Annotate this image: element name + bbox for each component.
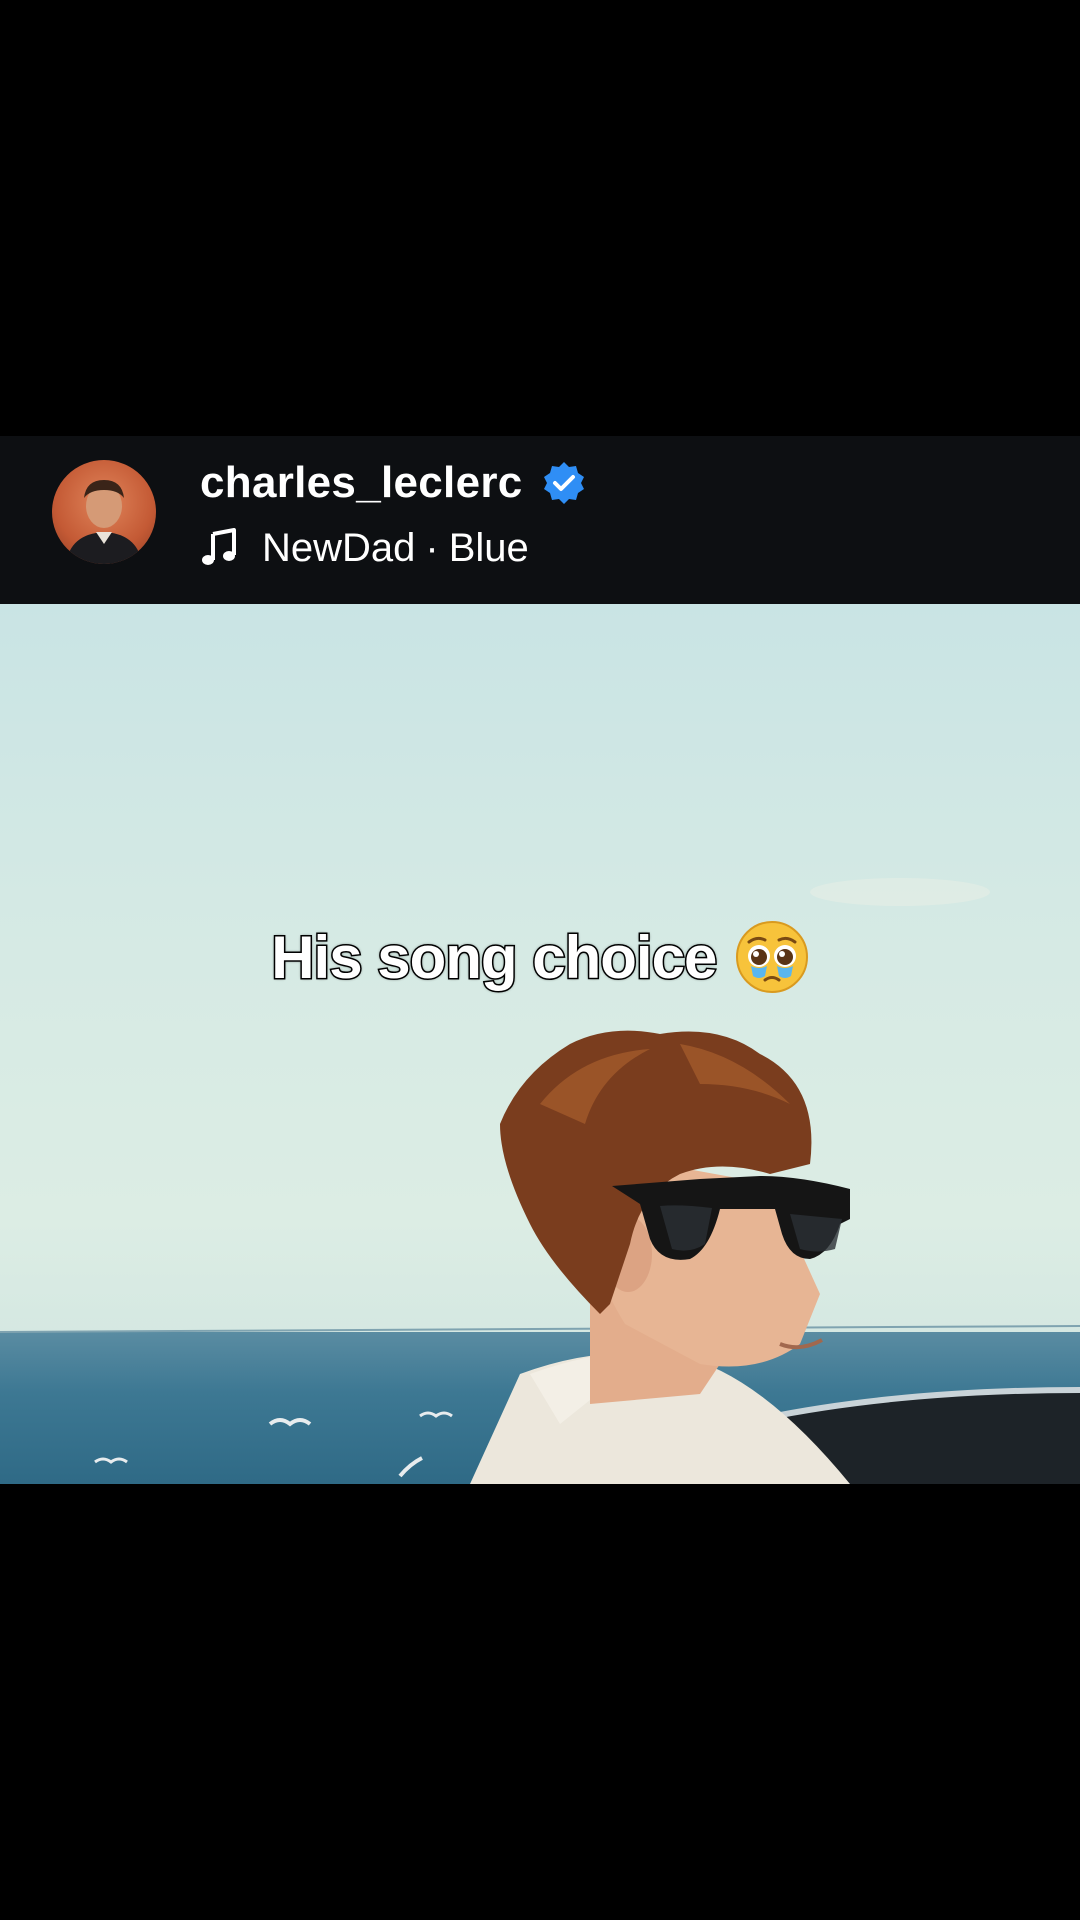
top-letterbox bbox=[0, 0, 1080, 436]
music-note-icon bbox=[200, 528, 240, 568]
music-artist: NewDad bbox=[262, 525, 416, 570]
caption-text: His song choice bbox=[270, 922, 719, 992]
music-attribution[interactable]: NewDad · Blue bbox=[200, 520, 529, 576]
username[interactable]: charles_leclerc bbox=[200, 458, 523, 508]
video-caption: His song choice bbox=[0, 920, 1080, 994]
video-scene-image bbox=[0, 878, 1080, 1484]
music-track: Blue bbox=[448, 525, 529, 570]
pleading-face-emoji-icon bbox=[735, 920, 809, 994]
bottom-letterbox bbox=[0, 1484, 1080, 1920]
verified-badge-icon bbox=[541, 460, 587, 506]
video-frame[interactable] bbox=[0, 604, 1080, 1484]
music-separator: · bbox=[425, 525, 439, 570]
profile-avatar[interactable] bbox=[52, 460, 156, 564]
username-row: charles_leclerc bbox=[200, 455, 587, 511]
avatar-portrait-icon bbox=[66, 480, 142, 564]
